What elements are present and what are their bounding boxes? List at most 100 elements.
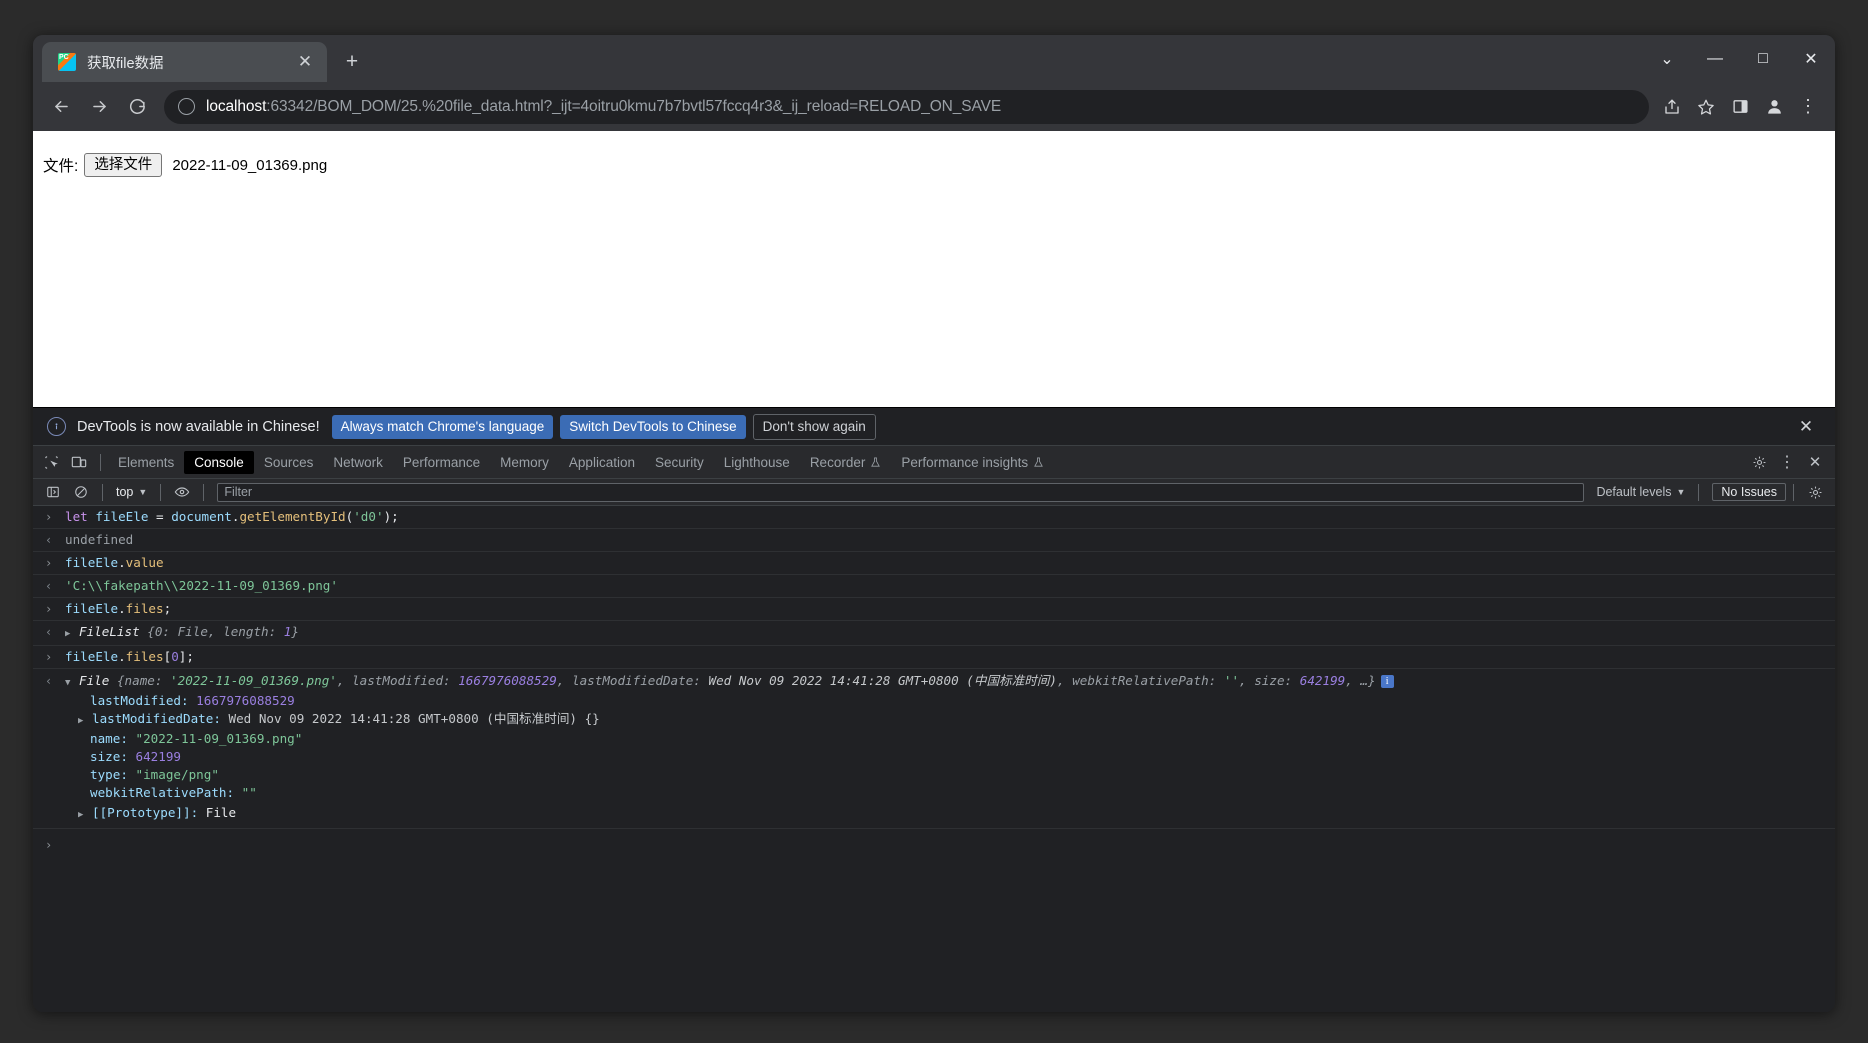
output-chevron-icon: ‹ (45, 625, 53, 639)
tab-sources[interactable]: Sources (254, 451, 324, 474)
profile-icon[interactable] (1757, 90, 1791, 124)
close-devtools-icon[interactable]: ✕ (1801, 449, 1829, 475)
console-output-text: ▼ File {name: '2022-11-09_01369.png', las… (65, 672, 1835, 692)
console-input-line: › fileEle.files; (33, 598, 1835, 621)
bookmark-star-icon[interactable] (1689, 90, 1723, 124)
switch-devtools-language-button[interactable]: Switch DevTools to Chinese (560, 414, 746, 439)
output-chevron-icon: ‹ (45, 533, 53, 547)
property-content: ▶ [[Prototype]]: File (78, 804, 1835, 824)
tab-performance-insights[interactable]: Performance insights (891, 451, 1054, 474)
summary-ellipsis: …} (1360, 673, 1376, 688)
inspect-element-icon[interactable] (37, 449, 65, 475)
console-sidebar-icon[interactable] (39, 479, 67, 505)
property-key: lastModifiedDate: (92, 711, 221, 726)
execution-context-selector[interactable]: top ▼ (110, 483, 153, 501)
console-input-text: let fileEle = document.getElementById('d… (65, 509, 399, 524)
devtools-language-banner: DevTools is now available in Chinese! Al… (33, 408, 1835, 446)
divider (102, 483, 103, 501)
close-window-icon[interactable]: ✕ (1787, 35, 1835, 82)
object-property-row: ▶ lastModifiedDate: Wed Nov 09 2022 14:41… (33, 710, 1835, 730)
side-panel-icon[interactable] (1723, 90, 1757, 124)
expand-triangle-icon[interactable]: ▶ (78, 712, 89, 730)
forward-icon[interactable] (83, 91, 115, 123)
summary-name-key: name: (124, 673, 163, 688)
info-badge-icon[interactable]: i (1380, 675, 1394, 688)
pycharm-icon (58, 53, 76, 71)
tab-performance[interactable]: Performance (393, 451, 490, 474)
console-input-text: fileEle.files[0]; (65, 649, 194, 664)
filter-input[interactable]: Filter (217, 482, 1585, 502)
collapse-triangle-icon[interactable]: ▼ (65, 674, 76, 692)
divider (1793, 483, 1794, 501)
issues-button[interactable]: No Issues (1712, 483, 1786, 501)
devtools-panel: DevTools is now available in Chinese! Al… (33, 407, 1835, 1012)
console-output-line: ‹ undefined (33, 529, 1835, 552)
divider (160, 483, 162, 501)
object-property-row: webkitRelativePath: "" (33, 784, 1835, 802)
output-chevron-icon: ‹ (45, 674, 53, 688)
minimize-icon[interactable]: — (1691, 35, 1739, 82)
console-log-area[interactable]: › let fileEle = document.getElementById(… (33, 506, 1835, 1012)
object-property-row: ▶ [[Prototype]]: File (33, 802, 1835, 829)
tab-network[interactable]: Network (323, 451, 393, 474)
url-host: localhost (206, 97, 267, 115)
close-icon[interactable]: ✕ (293, 50, 317, 74)
close-banner-icon[interactable]: ✕ (1791, 412, 1821, 442)
address-bar[interactable]: ⓘ localhost:63342/BOM_DOM/25.%20file_dat… (164, 89, 1649, 124)
property-content: size: 642199 (90, 748, 1835, 766)
site-info-icon[interactable]: ⓘ (178, 98, 195, 115)
summary-lastmodified-value: 1667976088529 (458, 673, 557, 688)
maximize-icon[interactable]: □ (1739, 35, 1787, 82)
gear-icon[interactable] (1745, 449, 1773, 475)
dont-show-again-button[interactable]: Don't show again (752, 413, 876, 440)
live-expression-eye-icon[interactable] (168, 479, 196, 505)
object-property-row: type: "image/png" (33, 766, 1835, 784)
tab-label: Performance insights (901, 454, 1029, 470)
log-levels-selector[interactable]: Default levels ▼ (1590, 483, 1691, 501)
console-output-text: ▶ FileList {0: File, length: 1} (65, 623, 1835, 643)
property-value: 1667976088529 (196, 693, 295, 708)
tab-recorder[interactable]: Recorder (800, 451, 892, 474)
property-key: size: (90, 749, 128, 764)
tab-label: Sources (263, 454, 314, 470)
property-content: webkitRelativePath: "" (90, 784, 1835, 802)
property-value: "" (241, 785, 257, 800)
file-input-row: 文件: 选择文件 2022-11-09_01369.png (43, 153, 1835, 177)
console-prompt-line[interactable]: › (33, 829, 1835, 856)
reload-icon[interactable] (121, 91, 153, 123)
browser-tab[interactable]: 获取file数据 ✕ (42, 42, 327, 82)
browser-window: 获取file数据 ✕ + ⌄ — □ ✕ ⓘ lo (33, 35, 1835, 1012)
summary-webkitrelativepath-value: '' (1223, 673, 1240, 688)
device-toolbar-icon[interactable] (65, 449, 93, 475)
always-match-language-button[interactable]: Always match Chrome's language (331, 414, 554, 439)
console-settings-gear-icon[interactable] (1801, 479, 1829, 505)
property-key: lastModified: (90, 693, 189, 708)
tab-memory[interactable]: Memory (490, 451, 559, 474)
new-tab-button[interactable]: + (337, 47, 367, 77)
tab-application[interactable]: Application (559, 451, 645, 474)
tab-console[interactable]: Console (184, 450, 254, 474)
summary-webkitrelativepath-key: webkitRelativePath: (1072, 673, 1217, 688)
prompt-chevron-icon: › (45, 838, 53, 852)
clear-console-icon[interactable] (67, 479, 95, 505)
property-key: name: (90, 731, 128, 746)
property-content: ▶ lastModifiedDate: Wed Nov 09 2022 14:41… (78, 710, 1835, 730)
file-label: 文件: (43, 158, 79, 175)
back-icon[interactable] (45, 91, 77, 123)
url-path: :63342/BOM_DOM/25.%20file_data.html?_ijt… (266, 97, 1002, 115)
console-input-line: › fileEle.value (33, 552, 1835, 575)
tab-elements[interactable]: Elements (108, 451, 184, 474)
tab-lighthouse[interactable]: Lighthouse (714, 451, 800, 474)
tab-security[interactable]: Security (645, 451, 714, 474)
chevron-down-icon[interactable]: ⌄ (1643, 35, 1691, 82)
choose-file-button[interactable]: 选择文件 (84, 153, 163, 177)
toolbar-icons: ⋮ (1655, 90, 1825, 124)
expand-triangle-icon[interactable]: ▶ (65, 625, 76, 643)
menu-icon[interactable]: ⋮ (1791, 90, 1825, 124)
share-icon[interactable] (1655, 90, 1689, 124)
expand-triangle-icon[interactable]: ▶ (78, 806, 89, 824)
property-value: "image/png" (135, 767, 219, 782)
more-options-icon[interactable]: ⋮ (1773, 449, 1801, 475)
context-label: top (116, 485, 134, 499)
object-property-row: name: "2022-11-09_01369.png" (33, 730, 1835, 748)
